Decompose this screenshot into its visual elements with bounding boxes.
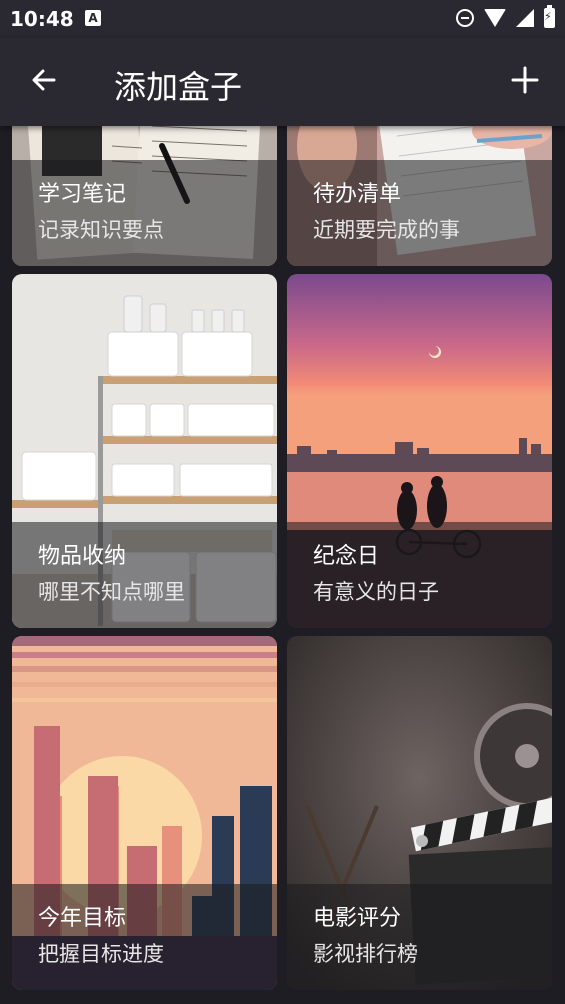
status-bar: 10:48 A [0,0,565,38]
box-card-movie-ratings[interactable]: 电影评分 影视排行榜 [287,636,552,990]
box-card-anniversary[interactable]: 纪念日 有意义的日子 [287,274,552,628]
card-title: 今年目标 [38,906,127,931]
back-arrow-icon[interactable] [28,64,60,96]
app-bar: 添加盒子 [0,38,565,126]
add-icon[interactable] [509,64,541,96]
card-title: 学习笔记 [38,182,127,207]
card-title: 待办清单 [313,182,402,207]
card-title: 物品收纳 [38,544,127,569]
box-card-study-notes[interactable]: 学习笔记 记录知识要点 [12,126,277,266]
wifi-icon [484,9,506,27]
status-icons [456,5,555,28]
accessibility-a-icon: A [85,10,101,26]
box-card-storage[interactable]: 物品收纳 哪里不知点哪里 [12,274,277,628]
cell-signal-icon [516,9,534,27]
box-card-yearly-goals[interactable]: 今年目标 把握目标进度 [12,636,277,990]
card-subtitle: 把握目标进度 [38,942,164,966]
card-subtitle: 记录知识要点 [38,218,164,242]
box-card-todo-list[interactable]: 待办清单 近期要完成的事 [287,126,552,266]
card-subtitle: 有意义的日子 [313,580,439,604]
do-not-disturb-icon [456,9,474,27]
card-subtitle: 近期要完成的事 [313,218,460,242]
status-time: 10:48 [10,7,74,31]
battery-charging-icon [544,5,555,28]
card-title: 电影评分 [313,906,402,931]
card-title: 纪念日 [313,544,380,569]
page-title: 添加盒子 [114,68,243,106]
box-template-grid: 学习笔记 记录知识要点 待办清单 近期要完成的事 物品收纳 哪里不知点哪里 纪念… [0,126,565,1004]
card-subtitle: 影视排行榜 [313,942,418,966]
card-subtitle: 哪里不知点哪里 [38,580,185,604]
